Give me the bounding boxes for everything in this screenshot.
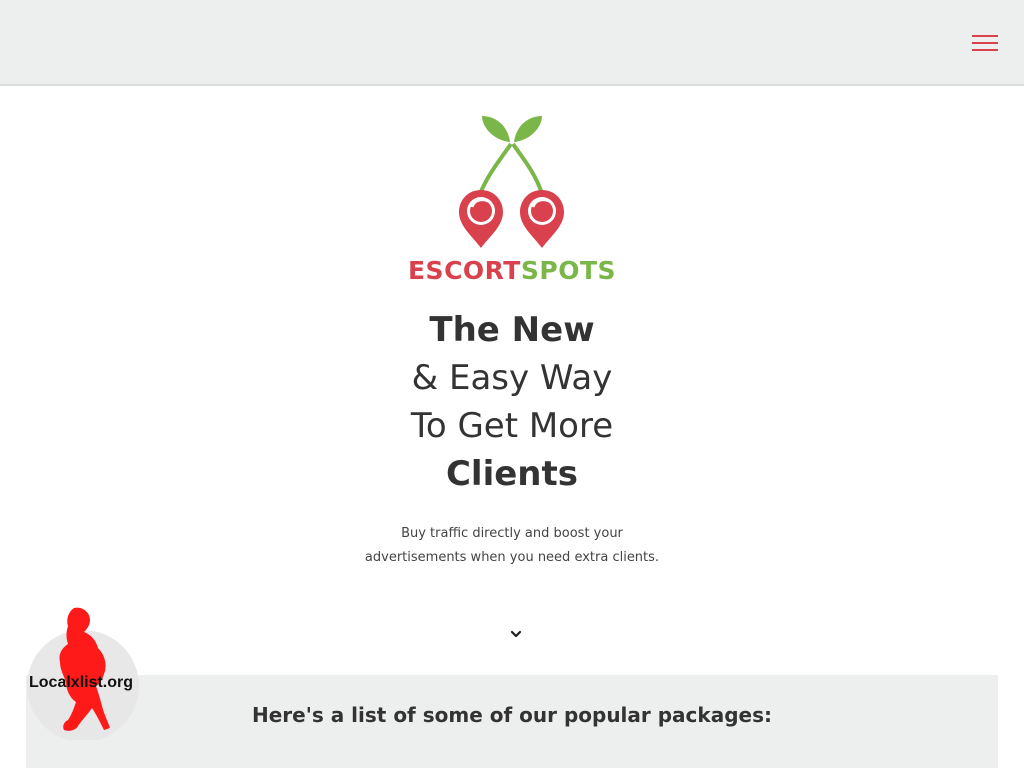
- top-header: [0, 0, 1024, 86]
- packages-section: Here's a list of some of our popular pac…: [26, 675, 998, 768]
- hero-subtitle-line-1: Buy traffic directly and boost your: [401, 526, 623, 541]
- watermark-text: Localxlist.org: [29, 674, 134, 691]
- hero-subtitle-line-2: advertisements when you need extra clien…: [364, 550, 660, 565]
- cherries-location-pin-icon: [459, 116, 564, 248]
- silhouette-watermark-icon: [27, 607, 139, 740]
- brand-logo-text[interactable]: ESCORTSPOTS: [0, 256, 1024, 285]
- hero-headline-line-4: Clients: [445, 454, 578, 494]
- chevron-down-icon[interactable]: [508, 626, 524, 642]
- hero-headline-line-3: To Get More: [410, 406, 614, 446]
- packages-title: Here's a list of some of our popular pac…: [252, 703, 772, 727]
- hero-headline-line-1: The New: [429, 310, 595, 350]
- hamburger-menu-icon[interactable]: [968, 30, 1002, 56]
- brand-part-2: SPOTS: [520, 256, 616, 285]
- hero-headline-line-2: & Easy Way: [411, 358, 613, 398]
- brand-part-1: ESCORT: [407, 256, 521, 285]
